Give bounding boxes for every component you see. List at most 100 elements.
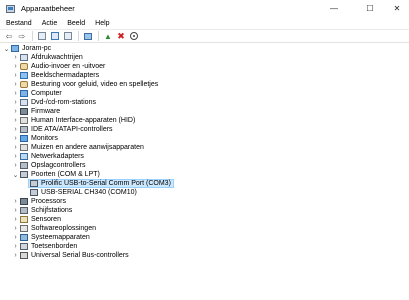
category-muizen[interactable]: › Muizen en andere aanwijsapparaten (12, 143, 144, 152)
category-label: Softwareoplossingen (31, 225, 96, 232)
menu-actie[interactable]: Actie (37, 20, 63, 27)
category-label: Netwerkadapters (31, 153, 84, 160)
category-label: Poorten (COM & LPT) (31, 171, 100, 178)
toolbar-separator (98, 31, 99, 41)
category-label: Universal Serial Bus-controllers (31, 252, 129, 259)
ide-controller-icon (20, 126, 28, 133)
window-title: Apparaatbeheer (21, 4, 75, 13)
category-label: Audio-invoer en -uitvoer (31, 63, 106, 70)
update-driver-icon[interactable]: ▲ (102, 31, 114, 42)
chevron-right-icon[interactable]: › (12, 134, 19, 143)
category-sensoren[interactable]: › Sensoren (12, 215, 61, 224)
show-hidden-icon[interactable] (62, 31, 74, 42)
category-usb-controllers[interactable]: › Universal Serial Bus-controllers (12, 251, 129, 260)
category-processors[interactable]: › Processors (12, 197, 66, 206)
category-opslagcontrollers[interactable]: › Opslagcontrollers (12, 161, 85, 170)
chevron-right-icon[interactable]: › (12, 197, 19, 206)
category-schijfstations[interactable]: › Schijfstations (12, 206, 72, 215)
audio-icon (20, 63, 28, 70)
toolbar: ⇦ ⇨ ▲ ✖ (0, 29, 409, 43)
computer-icon (11, 45, 19, 52)
back-icon[interactable]: ⇦ (3, 31, 15, 42)
chevron-right-icon[interactable]: › (12, 224, 19, 233)
usb-controller-icon (20, 252, 28, 259)
chevron-right-icon[interactable]: › (12, 62, 19, 71)
device-manager-icon (6, 4, 15, 13)
category-softwareoplossingen[interactable]: › Softwareoplossingen (12, 224, 96, 233)
firmware-icon (20, 108, 28, 115)
chevron-right-icon[interactable]: › (12, 251, 19, 260)
maximize-button[interactable]: ☐ (359, 0, 381, 17)
category-hid[interactable]: › Human Interface-apparaten (HID) (12, 116, 135, 125)
chevron-right-icon[interactable]: › (12, 53, 19, 62)
chevron-right-icon[interactable]: › (12, 107, 19, 116)
help-icon[interactable] (49, 31, 61, 42)
category-label: IDE ATA/ATAPI-controllers (31, 126, 113, 133)
category-computer[interactable]: › Computer (12, 89, 62, 98)
chevron-right-icon[interactable]: › (12, 80, 19, 89)
disk-drive-icon (20, 207, 28, 214)
toolbar-separator (78, 31, 79, 41)
forward-icon[interactable]: ⇨ (16, 31, 28, 42)
category-firmware[interactable]: › Firmware (12, 107, 60, 116)
category-netwerkadapters[interactable]: › Netwerkadapters (12, 152, 84, 161)
category-systeemapparaten[interactable]: › Systeemapparaten (12, 233, 90, 242)
category-label: Beeldschermadapters (31, 72, 100, 79)
chevron-right-icon[interactable]: › (12, 71, 19, 80)
chevron-right-icon[interactable]: › (12, 242, 19, 251)
system-device-icon (20, 234, 28, 241)
disable-icon[interactable] (128, 31, 140, 42)
category-label: Systeemapparaten (31, 234, 90, 241)
category-beeldschermadapters[interactable]: › Beeldschermadapters (12, 71, 99, 80)
menu-beeld[interactable]: Beeld (62, 20, 90, 27)
toolbar-separator (32, 31, 33, 41)
chevron-right-icon[interactable]: › (12, 161, 19, 170)
chevron-right-icon[interactable]: › (12, 215, 19, 224)
menu-bar: Bestand Actie Beeld Help (0, 17, 409, 29)
chevron-right-icon[interactable]: › (12, 143, 19, 152)
chevron-down-icon[interactable]: ⌄ (3, 44, 10, 53)
menu-bestand[interactable]: Bestand (0, 20, 37, 27)
category-dvd-cd-rom[interactable]: › Dvd-/cd-rom-stations (12, 98, 96, 107)
uninstall-icon[interactable]: ✖ (115, 31, 127, 42)
chevron-right-icon[interactable]: › (12, 116, 19, 125)
category-label: Human Interface-apparaten (HID) (31, 117, 136, 124)
category-label: Afdrukwachtrijen (31, 54, 83, 61)
menu-help[interactable]: Help (90, 20, 114, 27)
category-label: Muizen en andere aanwijsapparaten (31, 144, 144, 151)
chevron-right-icon[interactable]: › (12, 206, 19, 215)
chevron-right-icon[interactable]: › (12, 98, 19, 107)
scan-hardware-icon[interactable] (82, 31, 94, 42)
category-toetsenborden[interactable]: › Toetsenborden (12, 242, 77, 251)
software-component-icon (20, 225, 28, 232)
category-audio[interactable]: › Audio-invoer en -uitvoer (12, 62, 105, 71)
tree-root[interactable]: ⌄ Joram-pc (3, 44, 51, 53)
chevron-right-icon[interactable]: › (12, 125, 19, 134)
hid-icon (20, 117, 28, 124)
category-label: Besturing voor geluid, video en spelletj… (31, 81, 159, 88)
category-afdrukwachtrijen[interactable]: › Afdrukwachtrijen (12, 53, 83, 62)
category-label: Dvd-/cd-rom-stations (31, 99, 96, 106)
chevron-right-icon[interactable]: › (12, 89, 19, 98)
category-label: Processors (31, 198, 67, 205)
category-poorten[interactable]: ⌄ Poorten (COM & LPT) (12, 170, 100, 179)
properties-icon[interactable] (36, 31, 48, 42)
chevron-right-icon[interactable]: › (12, 152, 19, 161)
category-monitors[interactable]: › Monitors (12, 134, 58, 143)
chevron-down-icon[interactable]: ⌄ (12, 170, 19, 179)
category-besturing-geluid[interactable]: › Besturing voor geluid, video en spelle… (12, 80, 158, 89)
display-adapter-icon (20, 72, 28, 79)
chevron-right-icon[interactable]: › (12, 233, 19, 242)
dvd-drive-icon (20, 99, 28, 106)
mouse-icon (20, 144, 28, 151)
close-button[interactable]: ✕ (386, 0, 408, 17)
category-label: Monitors (31, 135, 58, 142)
processor-icon (20, 198, 28, 205)
device-prolific-com3[interactable]: Prolific USB-to-Serial Comm Port (COM3) (28, 179, 174, 188)
minimize-button[interactable]: — (323, 0, 345, 17)
device-ch340-com10[interactable]: USB-SERIAL CH340 (COM10) (29, 188, 137, 197)
sound-video-icon (20, 81, 28, 88)
category-label: Toetsenborden (31, 243, 78, 250)
serial-port-icon (30, 189, 38, 196)
category-ide-ata[interactable]: › IDE ATA/ATAPI-controllers (12, 125, 113, 134)
